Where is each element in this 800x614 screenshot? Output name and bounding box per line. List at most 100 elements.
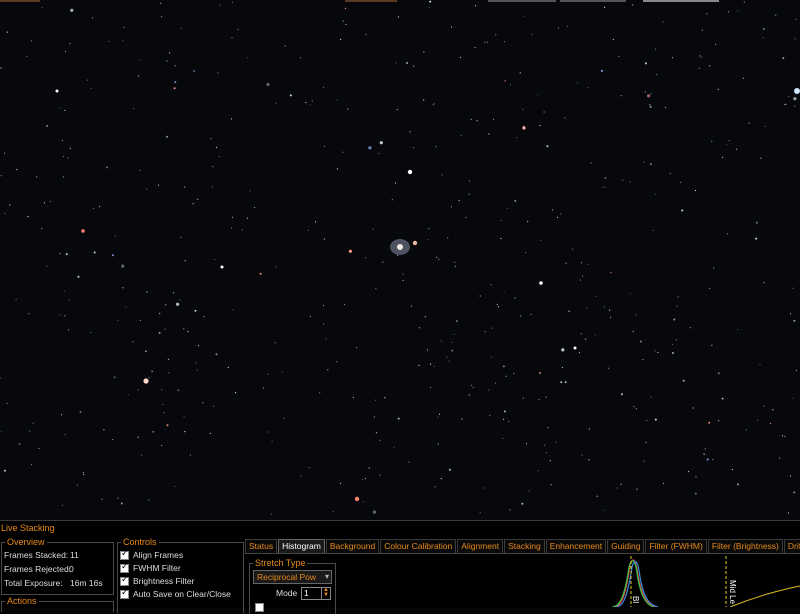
star (108, 40, 110, 43)
star (545, 452, 547, 454)
star (587, 263, 589, 265)
star (249, 190, 251, 192)
star (516, 137, 518, 139)
star (148, 499, 150, 501)
mode-stepper[interactable]: 1 ▲ ▼ (301, 587, 331, 600)
star (495, 34, 497, 36)
star (748, 122, 750, 124)
histogram-plot[interactable] (600, 553, 800, 607)
star (579, 279, 582, 281)
star (319, 392, 321, 394)
tab-filter-brightness[interactable]: Filter (Brightness) (707, 539, 783, 553)
star (284, 45, 286, 47)
star (584, 338, 587, 341)
star (649, 163, 652, 166)
star (762, 36, 764, 39)
bright-star (81, 229, 85, 233)
star (38, 447, 40, 449)
star (391, 199, 393, 201)
star (433, 103, 435, 105)
star (513, 372, 515, 374)
control-checkbox[interactable]: Align Frames (120, 549, 183, 560)
star (703, 453, 706, 456)
star (564, 117, 566, 119)
star (413, 65, 415, 67)
star (699, 55, 701, 57)
stacked-image-view[interactable] (0, 0, 800, 520)
star (4, 212, 6, 214)
tab-filter-fwhm[interactable]: Filter (FWHM) (645, 539, 707, 553)
extra-checkbox[interactable] (255, 603, 268, 612)
star (576, 82, 578, 84)
star (325, 338, 327, 340)
star (706, 13, 708, 15)
star (556, 216, 559, 218)
star (552, 209, 554, 211)
star (215, 353, 218, 356)
star (566, 25, 568, 27)
star (492, 118, 495, 120)
star (111, 254, 114, 257)
tab-alignment[interactable]: Alignment (457, 539, 504, 553)
star (581, 454, 583, 456)
star (441, 174, 443, 176)
star (283, 417, 285, 419)
star (671, 343, 674, 345)
star (737, 483, 740, 486)
star (461, 418, 463, 420)
star (347, 108, 349, 110)
star (490, 284, 492, 286)
tab-histogram[interactable]: Histogram (278, 539, 325, 553)
star (655, 193, 657, 195)
star (440, 340, 442, 342)
panel-title: Live Stacking (1, 523, 55, 533)
star (397, 16, 400, 18)
star (92, 17, 94, 19)
checkbox-icon (120, 575, 129, 586)
star (519, 72, 521, 74)
star (148, 377, 150, 379)
star (64, 50, 67, 53)
control-checkbox[interactable]: Auto Save on Clear/Close (120, 588, 231, 599)
star (412, 147, 415, 149)
star (505, 375, 507, 377)
star (340, 38, 342, 41)
tab-status[interactable]: Status (245, 539, 278, 553)
tab-guiding[interactable]: Guiding (607, 539, 645, 553)
star (429, 0, 432, 3)
star (794, 38, 796, 40)
star (218, 156, 220, 158)
tab-stacking[interactable]: Stacking (504, 539, 545, 553)
star (782, 57, 785, 60)
star (162, 403, 164, 406)
top-tab-indicator-4 (560, 0, 626, 2)
tab-enhancement[interactable]: Enhancement (545, 539, 607, 553)
stepper-arrows-icon[interactable]: ▲ ▼ (321, 587, 330, 599)
star (549, 460, 551, 462)
star (484, 41, 486, 43)
star (423, 51, 425, 53)
tab-colour-calibration[interactable]: Colour Calibration (380, 539, 457, 553)
star (539, 124, 541, 127)
star (122, 287, 124, 289)
tab-drift-gr[interactable]: Drift Gr (783, 539, 800, 553)
star (192, 203, 194, 205)
star (137, 436, 139, 438)
star (572, 248, 574, 250)
star (590, 162, 592, 164)
control-checkbox[interactable]: Brightness Filter (120, 575, 195, 586)
star (737, 10, 739, 12)
star (633, 406, 635, 408)
control-label: Brightness Filter (133, 576, 195, 586)
star (695, 476, 697, 478)
tab-background[interactable]: Background (325, 539, 380, 553)
star (450, 206, 452, 208)
stretch-type-select[interactable]: Reciprocal Pow ▾ (253, 570, 332, 584)
star (270, 513, 272, 515)
control-checkbox[interactable]: FWHM Filter (120, 562, 181, 573)
star (202, 402, 204, 404)
star (231, 1, 233, 3)
star (342, 151, 344, 153)
star (537, 470, 539, 472)
star (43, 202, 46, 204)
